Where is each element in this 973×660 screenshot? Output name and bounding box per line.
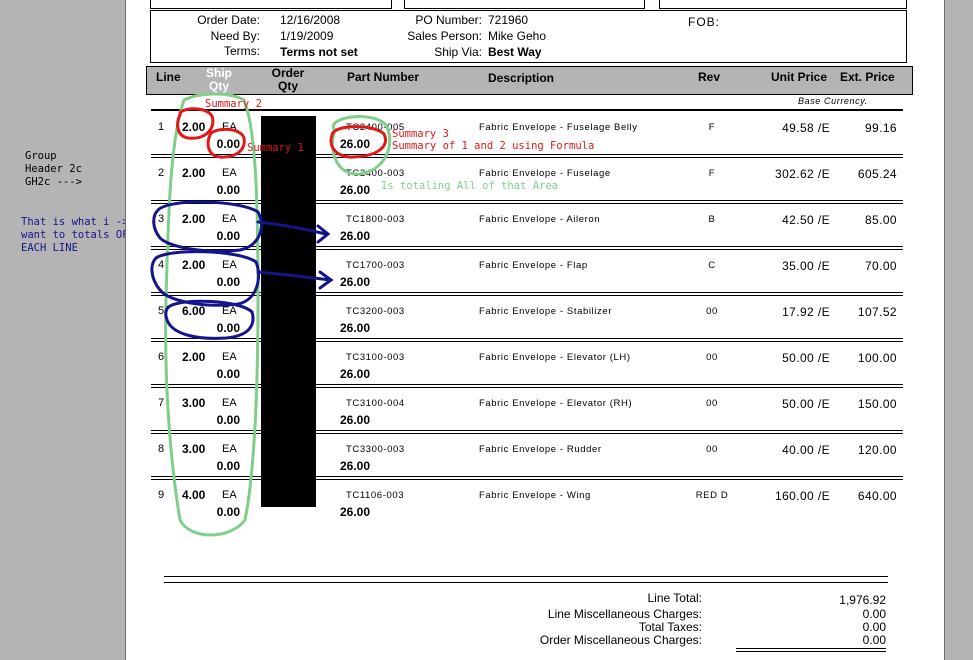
summary3-note-line: Summary 3 [392,128,449,140]
red-loop-sub-qty [206,127,246,159]
red-loop-ship-qty [176,107,215,140]
summary2-note: Summary 2 [205,98,262,110]
summary1-note: Summary 1 [247,142,304,154]
green-loop-ship-column [164,92,260,537]
summary3-note: Summary 3 Summary of 1 and 2 using Formu… [392,128,594,152]
blue-arrow-1 [256,220,331,244]
blue-loop-line5 [164,299,255,340]
blue-arrow-2 [256,270,334,290]
totaling-note: Is totaling All of that Area [381,180,559,192]
markup-overlay [150,92,392,537]
summary3-note-line: Summary of 1 and 2 using Formula [392,140,595,152]
red-loop-sum [329,125,387,159]
green-loop-summary3 [331,115,392,176]
